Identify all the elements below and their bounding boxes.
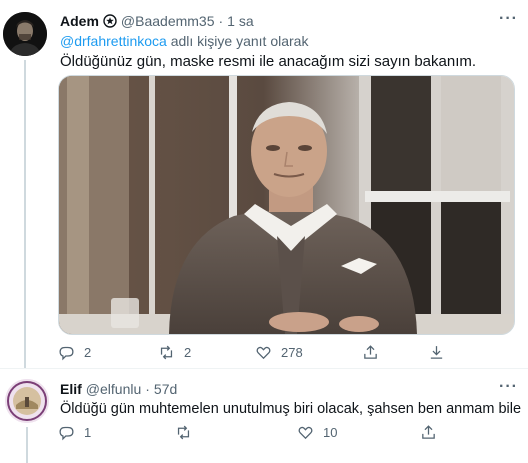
author-name[interactable]: Elif [60,381,82,397]
timestamp[interactable]: 1 sa [227,13,253,29]
share-button[interactable] [362,344,428,361]
share-icon [364,345,377,359]
tweet-header: Adem @Baademm35 · 1 sa [60,13,254,29]
like-icon [256,346,271,360]
like-button[interactable]: 10 [297,424,420,441]
retweet-button[interactable] [175,424,297,441]
author-handle[interactable]: @Baademm35 [121,13,215,29]
retweet-button[interactable]: 2 [158,344,255,361]
like-count: 10 [323,425,338,440]
reply-context: @drfahrettinkoca adlı kişiye yanıt olara… [60,33,308,49]
thread-line [26,427,28,463]
reply-icon [59,346,74,361]
like-icon [298,426,313,440]
tweet-header: Elif @elfunlu · 57d [60,381,177,397]
tweet-elif[interactable]: Elif @elfunlu · 57d ··· Öldüğü gün muhte… [0,369,528,463]
avatar-elif[interactable] [5,379,49,423]
retweet-icon [177,425,190,440]
separator-dot: · [218,13,224,29]
tweet-text: Öldüğünüz gün, maske resmi ile anacağım … [60,53,477,70]
tweet-photo[interactable] [58,75,515,335]
avatar-adem[interactable] [3,12,47,56]
author-handle[interactable]: @elfunlu [86,381,141,397]
tweet-adem[interactable]: Adem @Baademm35 · 1 sa ··· @drfahrettink… [0,0,528,368]
download-icon [430,346,443,359]
reply-icon [59,426,74,441]
share-icon [422,425,435,439]
badge-icon [103,14,117,28]
tweet-actions: 2 2 278 [58,344,445,361]
author-name[interactable]: Adem [60,13,99,29]
tweet-text: Öldüğü gün muhtemelen unutulmuş biri ola… [60,401,522,417]
reply-mention-link[interactable]: @drfahrettinkoca [60,33,167,49]
thread-line [24,60,26,368]
retweet-count: 2 [184,345,192,360]
reply-count: 1 [84,425,92,440]
reply-button[interactable]: 2 [58,344,158,361]
share-button[interactable] [420,424,437,441]
retweet-icon [160,345,173,360]
more-icon[interactable]: ··· [499,10,518,28]
reply-suffix: adlı kişiye yanıt olarak [170,33,309,49]
like-count: 278 [281,345,303,360]
reply-count: 2 [84,345,92,360]
reply-button[interactable]: 1 [58,424,175,441]
like-button[interactable]: 278 [255,344,362,361]
more-icon[interactable]: ··· [499,378,518,396]
separator-dot: · [145,381,150,397]
timestamp[interactable]: 57d [154,381,177,397]
download-button[interactable] [428,344,445,361]
tweet-actions: 1 10 [58,424,437,441]
portrait-image [59,76,514,334]
